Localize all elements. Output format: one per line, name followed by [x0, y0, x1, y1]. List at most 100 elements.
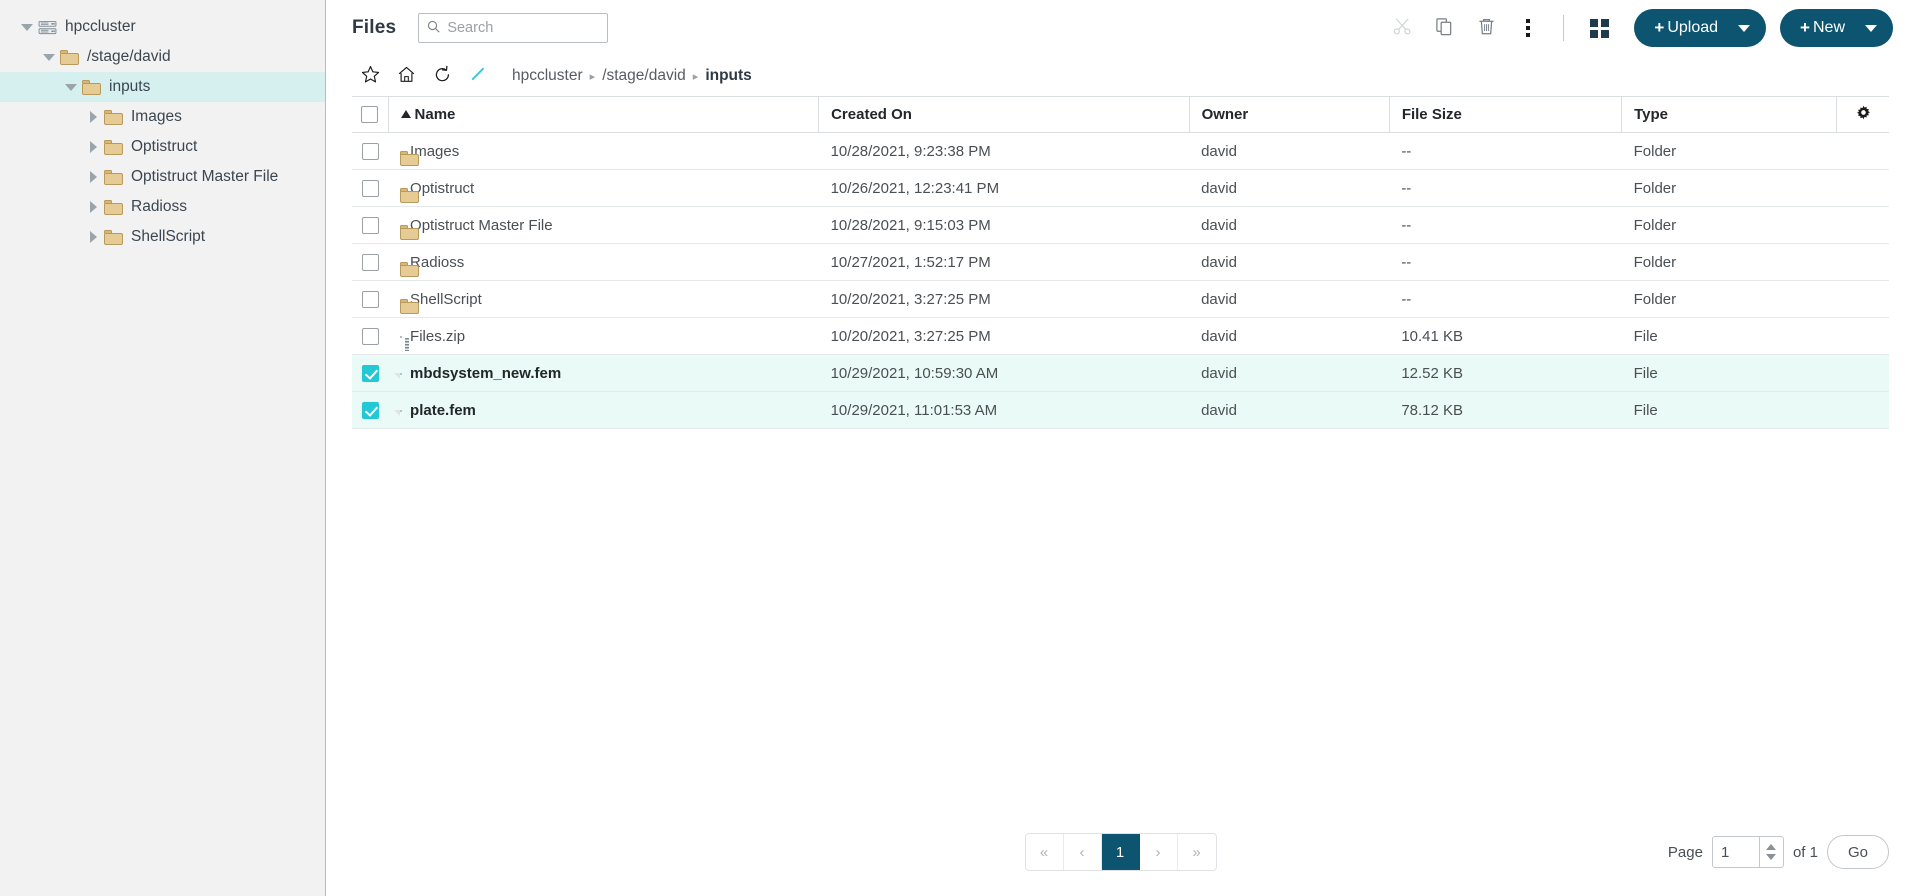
grid-view-icon	[1589, 18, 1609, 38]
row-checkbox[interactable]	[361, 216, 379, 234]
cell-file-size: 10.41 KB	[1389, 317, 1622, 355]
cell-name[interactable]: Optistruct	[388, 169, 819, 207]
cell-owner: david	[1189, 169, 1390, 207]
column-header-owner[interactable]: Owner	[1189, 96, 1390, 133]
breadcrumb-item-0[interactable]: hpccluster	[512, 67, 583, 85]
row-checkbox[interactable]	[361, 327, 379, 345]
go-button[interactable]: Go	[1826, 835, 1889, 869]
grid-view-button[interactable]	[1578, 8, 1620, 48]
caret-down-icon[interactable]	[62, 72, 80, 102]
row-select-cell	[352, 132, 389, 170]
table-row[interactable]: Images 10/28/2021, 9:23:38 PM david -- Folde…	[352, 132, 1889, 170]
pagination-first-button[interactable]: «	[1025, 834, 1064, 870]
copy-button[interactable]	[1423, 8, 1465, 48]
table-row[interactable]: ShellScript 10/20/2021, 3:27:25 PM david --…	[352, 280, 1889, 318]
cell-type: File	[1621, 317, 1837, 355]
pagination-next-button[interactable]: ›	[1139, 834, 1178, 870]
select-all-checkbox[interactable]	[361, 106, 379, 123]
column-header-file-size[interactable]: File Size	[1389, 96, 1623, 133]
row-checkbox[interactable]	[361, 364, 379, 382]
home-button[interactable]	[388, 60, 424, 92]
column-header-name[interactable]: Name	[388, 96, 820, 133]
pagination-page-1-button[interactable]: 1	[1101, 834, 1140, 870]
caret-down-icon[interactable]	[40, 42, 58, 72]
row-select-cell	[352, 280, 389, 318]
cell-name[interactable]: ShellScript	[388, 280, 819, 318]
refresh-button[interactable]	[424, 60, 460, 92]
upload-button[interactable]: + Upload	[1634, 9, 1767, 47]
tree-item-optistruct[interactable]: Optistruct	[0, 132, 325, 162]
table-row[interactable]: Optistruct Master File 10/28/2021, 9:15:0…	[352, 206, 1889, 244]
file-name-label: mbdsystem_new.fem	[410, 364, 562, 382]
tree-item-inputs[interactable]: inputs	[0, 72, 325, 102]
stepper-down-icon[interactable]	[1766, 854, 1777, 860]
caret-right-icon[interactable]	[84, 222, 102, 252]
stepper-up-icon[interactable]	[1766, 844, 1777, 850]
cell-name[interactable]: Radioss	[388, 243, 819, 281]
caret-right-icon[interactable]	[84, 132, 102, 162]
row-select-cell	[352, 391, 389, 429]
cell-created-on: 10/29/2021, 11:01:53 AM	[818, 391, 1190, 429]
caret-right-icon[interactable]	[84, 192, 102, 222]
cell-created-on: 10/20/2021, 3:27:25 PM	[818, 317, 1190, 355]
breadcrumb-item-2[interactable]: inputs	[705, 67, 752, 85]
folder-icon	[58, 47, 80, 67]
search-box[interactable]	[418, 13, 609, 43]
cell-owner: david	[1189, 132, 1390, 170]
table-row[interactable]: mbdsystem_new.fem 10/29/2021, 10:59:30 AM…	[352, 354, 1889, 392]
row-checkbox[interactable]	[361, 290, 379, 308]
table-row[interactable]: Files.zip 10/20/2021, 3:27:25 PM david 10.4…	[352, 317, 1889, 355]
pagination-prev-button[interactable]: ‹	[1063, 834, 1102, 870]
cell-name[interactable]: Optistruct Master File	[388, 206, 819, 244]
server-icon	[36, 17, 58, 37]
cell-name[interactable]: Files.zip	[388, 317, 819, 355]
edit-path-button[interactable]	[460, 60, 496, 92]
breadcrumb-bar: hpccluster ▸ /stage/david ▸ inputs	[326, 56, 1915, 96]
caret-right-icon[interactable]	[84, 162, 102, 192]
tree-item-radioss[interactable]: Radioss	[0, 192, 325, 222]
cell-spacer	[1836, 132, 1889, 170]
gear-icon	[1856, 105, 1871, 124]
favorite-button[interactable]	[352, 60, 388, 92]
breadcrumb-item-1[interactable]: /stage/david	[602, 67, 686, 85]
page-number-stepper[interactable]	[1711, 836, 1784, 868]
caret-right-icon[interactable]	[84, 102, 102, 132]
tree-item-stage-david[interactable]: /stage/david	[0, 42, 325, 72]
table-row[interactable]: plate.fem 10/29/2021, 11:01:53 AM david 78.…	[352, 391, 1889, 429]
row-checkbox[interactable]	[361, 142, 379, 160]
folder-tree: hpccluster/stage/david inputs Images Optist…	[0, 12, 325, 252]
new-button[interactable]: + New	[1780, 9, 1893, 47]
search-input[interactable]	[445, 19, 600, 37]
caret-down-icon[interactable]	[18, 12, 36, 42]
column-settings-header[interactable]	[1836, 96, 1889, 133]
tree-item-images[interactable]: Images	[0, 102, 325, 132]
new-dropdown-toggle[interactable]	[1849, 9, 1893, 47]
tree-item-label: hpccluster	[65, 18, 136, 36]
table-row[interactable]: Optistruct 10/26/2021, 12:23:41 PM david --…	[352, 169, 1889, 207]
cell-name[interactable]: plate.fem	[388, 391, 819, 429]
more-options-button[interactable]	[1507, 8, 1549, 48]
delete-button[interactable]	[1465, 8, 1507, 48]
new-plus-icon: +	[1800, 18, 1810, 37]
tree-item-optistruct-master-file[interactable]: Optistruct Master File	[0, 162, 325, 192]
tree-item-shellscript[interactable]: ShellScript	[0, 222, 325, 252]
row-select-cell	[352, 206, 389, 244]
table-row[interactable]: Radioss 10/27/2021, 1:52:17 PM david -- Fold…	[352, 243, 1889, 281]
cell-type: Folder	[1621, 243, 1837, 281]
cell-created-on: 10/28/2021, 9:23:38 PM	[818, 132, 1190, 170]
column-header-created-on[interactable]: Created On	[818, 96, 1190, 133]
tree-item-hpccluster[interactable]: hpccluster	[0, 12, 325, 42]
page-number-input[interactable]	[1712, 837, 1759, 867]
row-checkbox[interactable]	[361, 253, 379, 271]
cell-name[interactable]: Images	[388, 132, 819, 170]
row-checkbox[interactable]	[361, 179, 379, 197]
upload-dropdown-toggle[interactable]	[1722, 9, 1766, 47]
cut-button[interactable]	[1381, 8, 1423, 48]
cell-spacer	[1836, 206, 1889, 244]
row-checkbox[interactable]	[361, 401, 379, 419]
column-header-type[interactable]: Type	[1621, 96, 1838, 133]
page-stepper-buttons[interactable]	[1758, 837, 1783, 867]
folder-icon	[102, 227, 124, 247]
pagination-last-button[interactable]: »	[1177, 834, 1216, 870]
cell-name[interactable]: mbdsystem_new.fem	[388, 354, 819, 392]
